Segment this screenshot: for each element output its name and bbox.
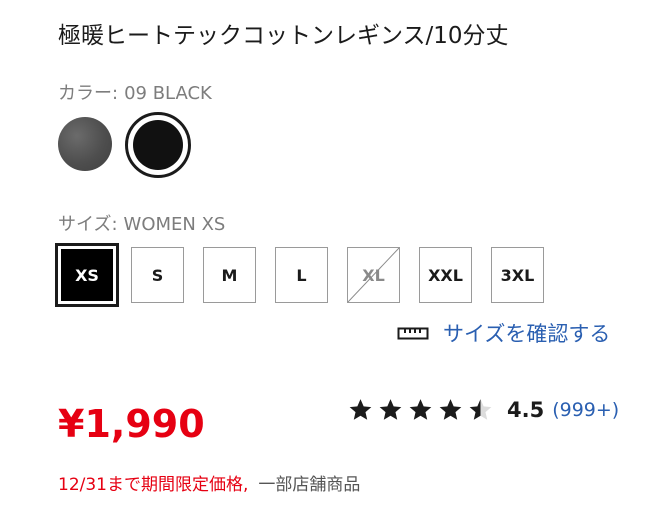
promo-line: 12/31まで期間限定価格, 一部店舗商品 <box>58 470 360 495</box>
color-swatch-black-fill <box>133 120 183 170</box>
product-title: 極暖ヒートテックコットンレギンス/10分丈 <box>58 23 509 49</box>
size-button-label: XS <box>61 249 113 301</box>
size-button-xs[interactable]: XS <box>55 243 119 307</box>
price: ¥1,990 <box>58 402 205 446</box>
size-button-label: 3XL <box>500 265 535 285</box>
size-button-label: M <box>221 265 238 285</box>
color-selected-value: 09 BLACK <box>124 83 212 104</box>
size-guide-label: サイズを確認する <box>443 322 611 346</box>
size-label-row: サイズ: WOMEN XS <box>58 210 225 236</box>
ruler-icon <box>397 327 429 340</box>
rating[interactable]: 4.5 (999+) <box>347 397 619 423</box>
star-full-icon <box>439 399 462 420</box>
color-swatch-black[interactable] <box>125 112 191 178</box>
size-button-label: XXL <box>428 265 463 285</box>
size-button-label: L <box>296 265 307 285</box>
size-button-l[interactable]: L <box>275 247 328 303</box>
star-half-icon <box>469 399 492 420</box>
size-selected-value: WOMEN XS <box>123 214 226 235</box>
star-full-icon <box>379 399 402 420</box>
color-swatch-gray[interactable] <box>58 117 112 171</box>
star-full-icon <box>409 399 432 420</box>
review-count-link[interactable]: (999+) <box>552 399 619 421</box>
size-button-s[interactable]: S <box>131 247 184 303</box>
size-button-xxl[interactable]: XXL <box>419 247 472 303</box>
size-button-m[interactable]: M <box>203 247 256 303</box>
size-label: サイズ: <box>58 214 118 235</box>
size-button-label: XL <box>362 265 385 285</box>
store-availability-text: 一部店舗商品 <box>258 475 361 495</box>
limited-price-text: 12/31まで期間限定価格, <box>58 475 249 495</box>
size-guide-link[interactable]: サイズを確認する <box>397 318 610 348</box>
rating-stars <box>347 397 497 423</box>
color-label-row: カラー: 09 BLACK <box>58 79 212 105</box>
size-button-label: S <box>151 265 164 285</box>
size-button-xl-unavailable[interactable]: XL <box>347 247 400 303</box>
rating-value: 4.5 <box>507 398 545 422</box>
star-full-icon <box>349 399 372 420</box>
color-label: カラー: <box>58 83 119 104</box>
size-button-3xl[interactable]: 3XL <box>491 247 544 303</box>
